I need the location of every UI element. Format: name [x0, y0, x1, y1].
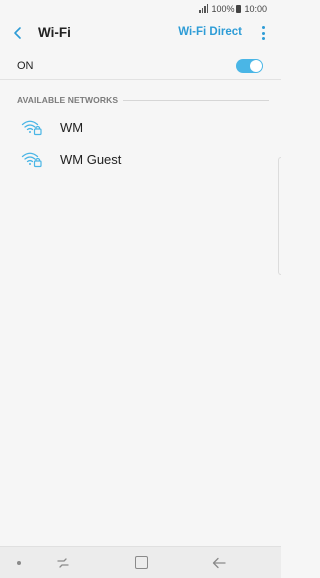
recent-apps-icon[interactable] [55, 556, 71, 570]
status-time: 10:00 [244, 3, 267, 14]
wifi-toggle-label: ON [17, 60, 34, 72]
wifi-toggle-switch[interactable] [236, 59, 263, 73]
section-divider [123, 99, 269, 101]
wifi-lock-icon [21, 152, 42, 168]
battery-icon [236, 4, 242, 13]
back-arrow-icon[interactable] [10, 25, 26, 41]
status-bar: 100% 10:00 [0, 0, 281, 17]
home-icon[interactable] [135, 556, 148, 569]
available-networks-title: AVAILABLE NETWORKS [17, 95, 119, 105]
back-nav-icon[interactable] [211, 555, 227, 571]
network-item[interactable]: WM Guest [0, 144, 281, 174]
network-name: WM [60, 120, 84, 135]
wifi-direct-button[interactable]: Wi-Fi Direct [178, 26, 242, 38]
wifi-lock-icon [21, 120, 42, 136]
network-item[interactable]: WM [0, 112, 281, 142]
battery-percent: 100% [211, 3, 235, 14]
scroll-indicator[interactable] [278, 157, 281, 275]
signal-icon [199, 4, 209, 13]
navigation-bar [0, 546, 281, 578]
wifi-toggle-row[interactable]: ON [0, 53, 281, 80]
nav-dot-icon [17, 561, 21, 565]
network-name: WM Guest [60, 152, 122, 167]
header: Wi-Fi Wi-Fi Direct [0, 17, 281, 49]
more-options-icon[interactable] [259, 24, 267, 42]
page-title: Wi-Fi [38, 25, 71, 40]
available-networks-header: AVAILABLE NETWORKS [17, 95, 269, 105]
